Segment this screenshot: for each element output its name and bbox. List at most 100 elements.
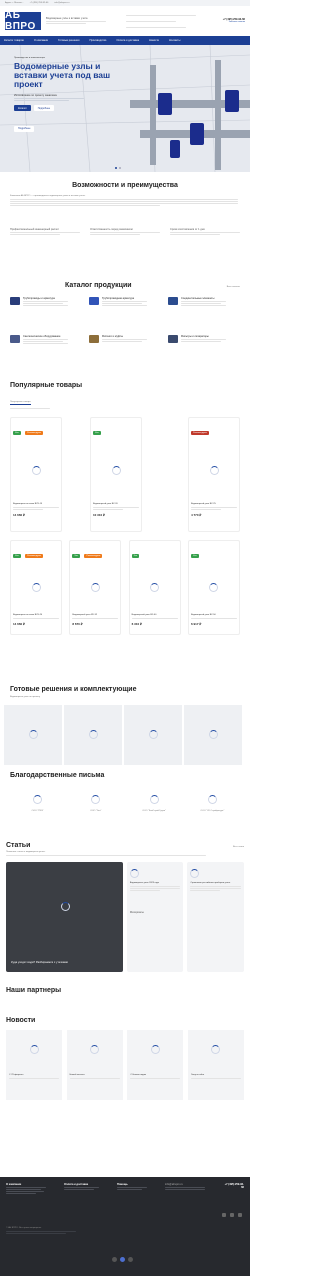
footer-phone[interactable]: +7 (495) 259-92-66	[223, 1183, 244, 1189]
pipe-icon	[10, 297, 20, 305]
letter-card[interactable]: ООО ТПОУ	[10, 787, 65, 813]
news-title: С Новым годом	[130, 1074, 147, 1076]
nav-item-production[interactable]: Производство	[89, 39, 106, 42]
letters-title: Благодарственные письма	[10, 772, 105, 779]
nav-item-about[interactable]: О компании	[34, 39, 48, 42]
news-section: Новости С 23 февраля Новый каталог С Нов…	[0, 1017, 250, 1116]
articles-section: Статьи Все статьи Полезные статьи о водо…	[0, 842, 250, 987]
badge-hit: Хит	[93, 431, 101, 435]
vk-icon[interactable]	[222, 1213, 226, 1218]
letter-card[interactable]: ООО "КапСтрой Групп"	[127, 787, 182, 813]
article-card[interactable]: Водомерные узлы 2023 года Материалы	[126, 861, 184, 972]
letter-card[interactable]: ООО "Уют"	[68, 787, 123, 813]
nav-item-news[interactable]: Новости	[149, 39, 159, 42]
catalog-category[interactable]: Трубопроводы и арматура	[10, 297, 82, 327]
telegram-icon[interactable]	[230, 1213, 234, 1218]
nav-item-solutions[interactable]: Готовые решения	[58, 39, 79, 42]
nav-item-delivery[interactable]: Оплата и доставка	[116, 39, 139, 42]
product-card[interactable]: Хит Рекомендуем Водомерный узел ВУ-32 8 …	[69, 540, 122, 635]
catalog-category[interactable]: Соединительные элементы	[168, 297, 240, 327]
solution-tile[interactable]	[4, 704, 62, 765]
product-name[interactable]: Водомерный узел ВУ-32	[72, 614, 118, 617]
product-price: 14 660 ₽	[13, 512, 25, 517]
fitting-icon	[89, 335, 99, 343]
articles-intro: Полезные статьи о водомерных узлах.	[6, 851, 46, 853]
articles-all-link[interactable]: Все статьи	[233, 846, 244, 849]
footer-email[interactable]: info@abvpro.ru	[165, 1183, 215, 1186]
product-card[interactable]: Хит Водомерный узел ВУ-40 6 310 ₽	[128, 540, 181, 635]
flange-icon	[168, 335, 178, 343]
letter-company: ООО "СК Стройресурс"	[200, 810, 225, 812]
partners-section: Наши партнеры	[0, 987, 250, 1017]
solution-tile[interactable]	[184, 704, 242, 765]
loading-icon	[61, 901, 70, 911]
advantage-item: Ответственность перед заказчиком	[90, 228, 160, 236]
topbar-phone[interactable]: +7 (495) 259-92-66	[30, 2, 49, 5]
nav-item-contacts[interactable]: Контакты	[169, 39, 180, 42]
catalog-category-name: Фильтры и сепараторы	[181, 335, 209, 338]
product-name[interactable]: Водомерный узел ВУ-40	[132, 614, 178, 617]
logo[interactable]: АБ ВПРО	[5, 10, 41, 32]
catalog-all-link[interactable]: Весь каталог	[227, 286, 240, 289]
badge-recommend: Рекомендуем	[84, 554, 103, 558]
product-price: 6 310 ₽	[131, 621, 142, 626]
hero-details-button[interactable]: Подробнее	[14, 125, 35, 132]
footer-col-title: О компании	[6, 1183, 22, 1186]
product-price: 6 917 ₽	[190, 621, 202, 626]
news-card[interactable]: Запуск сайта	[187, 1030, 244, 1100]
solution-tile[interactable]	[64, 704, 122, 765]
product-name[interactable]: Водомерная вставка ВСХ-15	[13, 503, 59, 506]
article-feature-card[interactable]: Куда уходит вода? Разбираемся с утечками	[6, 861, 123, 972]
catalog-category-name: Сантехническое оборудование	[23, 335, 61, 338]
letter-card[interactable]: ООО "СК Стройресурс"	[185, 787, 240, 813]
popular-tab[interactable]: Популярные товары	[10, 401, 31, 405]
product-name[interactable]: Водомерный узел ВУ-50	[191, 614, 237, 617]
catalog-category[interactable]: Фильтры и сепараторы	[168, 335, 240, 343]
catalog-category[interactable]: Сантехническое оборудование	[10, 335, 82, 345]
badge-recommend: Рекомендуем	[191, 431, 209, 435]
hero-catalog-button[interactable]: Каталог	[14, 105, 31, 111]
loading-icon	[111, 466, 121, 475]
news-card[interactable]: С Новым годом	[127, 1030, 184, 1100]
product-price: 4 770 ₽	[191, 512, 202, 517]
article-card[interactable]: Сравнение российских приборов учета	[187, 861, 244, 972]
product-price: 14 660 ₽	[13, 621, 25, 626]
loading-icon	[29, 1045, 39, 1054]
letter-company: ООО "КапСтрой Групп"	[142, 810, 166, 812]
callback-link[interactable]: Заказать звонок	[223, 21, 245, 24]
popular-section: Популярные товары Популярные товары Хит …	[0, 382, 250, 682]
payment-icon	[112, 1257, 117, 1262]
news-card[interactable]: С 23 февраля	[6, 1030, 62, 1100]
articles-title: Статьи	[6, 842, 31, 849]
letter-company: ООО ТПОУ	[31, 810, 44, 812]
footer-payments	[112, 1257, 133, 1262]
advantages-title: Возможности и преимущества	[72, 182, 178, 189]
loading-icon	[31, 466, 41, 475]
article-tag: Материалы	[129, 910, 144, 914]
catalog-category[interactable]: Трубопроводная арматура	[89, 297, 161, 327]
product-card[interactable]: Хит Водомерный узел ВУ-50 6 917 ₽	[187, 540, 240, 635]
solution-tile[interactable]	[124, 704, 182, 765]
whatsapp-icon[interactable]	[238, 1213, 242, 1218]
hero-more-button[interactable]: Подробнее	[33, 105, 55, 111]
product-name[interactable]: Водомерный узел ВУ-25	[191, 503, 237, 506]
loading-icon	[90, 583, 100, 592]
product-card[interactable]: Хит Рекомендуем Водомерная вставка ВСХ-2…	[10, 540, 62, 635]
news-title: С 23 февраля	[9, 1074, 24, 1076]
topbar-email[interactable]: info@abvpro.ru	[54, 2, 69, 5]
hero-subtitle: Изготовление по проекту заказчика	[14, 93, 57, 97]
product-name[interactable]: Водомерный узел ВУ-20	[93, 503, 139, 506]
footer-col-title: Помощь	[117, 1183, 128, 1186]
news-card[interactable]: Новый каталог	[66, 1030, 123, 1100]
product-name[interactable]: Водомерная вставка ВСХ-20	[13, 614, 59, 617]
catalog-category[interactable]: Фитинги и муфты	[89, 335, 161, 343]
catalog-title: Каталог продукции	[65, 282, 132, 289]
badge-hit: Хит	[13, 431, 21, 435]
letter-company: ООО "Уют"	[90, 810, 102, 812]
letters-section: Благодарственные письма ООО ТПОУ ООО "Ую…	[0, 772, 250, 842]
hero-dots[interactable]	[115, 167, 121, 169]
product-card[interactable]: Хит Водомерный узел ВУ-20 10 310 ₽	[90, 417, 142, 532]
product-card[interactable]: Хит Рекомендуем Водомерная вставка ВСХ-1…	[10, 417, 62, 532]
nav-item-catalog[interactable]: Каталог товаров	[4, 39, 24, 42]
product-card[interactable]: Рекомендуем Водомерный узел ВУ-25 4 770 …	[188, 417, 240, 532]
